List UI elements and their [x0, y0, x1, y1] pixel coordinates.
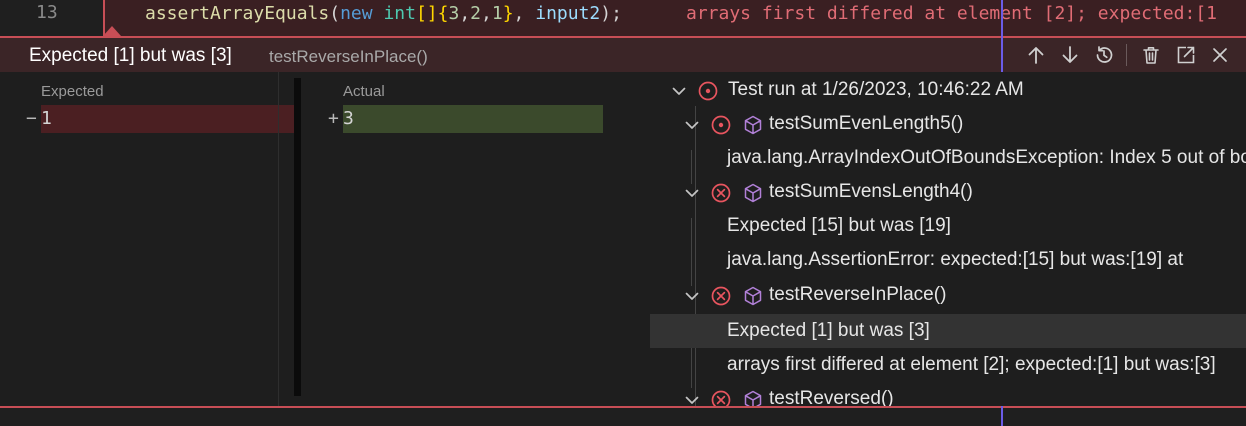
diff-actual-pane[interactable]: Actual + 3 — [301, 72, 650, 406]
test-message[interactable]: java.lang.AssertionError: expected:[15] … — [650, 243, 1246, 277]
error-status-icon — [711, 115, 731, 135]
history-button[interactable] — [1091, 42, 1117, 68]
open-in-editor-button[interactable] — [1173, 42, 1199, 68]
code-brackets: [] — [415, 3, 438, 24]
peek-header: Expected [1] but was [3] testReverseInPl… — [0, 36, 1246, 72]
method-cube-icon — [744, 183, 762, 203]
test-message-text: Expected [1] but was [3] — [727, 320, 930, 341]
code-number: 3 — [448, 3, 460, 24]
chevron-down-icon[interactable] — [681, 114, 703, 136]
open-external-icon — [1177, 46, 1195, 64]
chevron-down-icon[interactable] — [681, 285, 703, 307]
arrow-up-icon — [1028, 47, 1044, 64]
code-comma: , — [459, 3, 471, 24]
test-message-selected[interactable]: Expected [1] but was [3] — [650, 314, 1246, 348]
added-marker: + — [328, 108, 339, 129]
line-number: 13 — [36, 2, 58, 23]
code-comma: , — [481, 3, 492, 24]
test-message[interactable]: arrays first differed at element [2]; ex… — [650, 348, 1246, 382]
next-button[interactable] — [1057, 42, 1083, 68]
code-keyword-new: new — [340, 3, 384, 24]
test-name: testReverseInPlace() — [769, 284, 947, 305]
test-results-tree[interactable]: Test run at 1/26/2023, 10:46:22 AM testS… — [650, 72, 1246, 406]
close-icon — [1213, 48, 1227, 62]
previous-button[interactable] — [1023, 42, 1049, 68]
column-ruler — [1001, 406, 1003, 426]
inline-error-message: arrays first differed at element [2]; ex… — [686, 3, 1218, 24]
method-cube-icon — [744, 115, 762, 135]
code-separator: , — [513, 3, 536, 24]
test-name: testReversed() — [769, 388, 894, 406]
test-message[interactable]: Expected [15] but was [19] — [650, 209, 1246, 243]
expected-removed-line — [41, 105, 298, 133]
code-line[interactable]: assertArrayEquals(new int[]{3,2,1}, inpu… — [145, 3, 622, 24]
editor-below — [0, 408, 1246, 426]
peek-body: Expected − 1 Actual + 3 Test run at 1/26… — [0, 72, 1246, 406]
clear-button[interactable] — [1138, 42, 1164, 68]
editor-line[interactable]: 13 assertArrayEquals(new int[]{3,2,1}, i… — [0, 0, 1246, 36]
code-brace-close: } — [502, 3, 514, 24]
code-number: 2 — [470, 3, 482, 24]
expected-label: Expected — [41, 83, 104, 100]
chevron-down-icon[interactable] — [668, 80, 690, 102]
code-number: 1 — [491, 3, 503, 24]
test-message-text: java.lang.ArrayIndexOutOfBoundsException… — [727, 147, 1246, 168]
removed-marker: − — [26, 108, 37, 129]
failed-status-icon — [711, 390, 731, 406]
chevron-down-icon[interactable] — [681, 182, 703, 204]
failed-status-icon — [711, 286, 731, 306]
code-brace-open: { — [437, 3, 449, 24]
actual-label: Actual — [343, 83, 385, 100]
method-cube-icon — [744, 390, 762, 406]
column-ruler — [1001, 36, 1003, 72]
pane-divider — [278, 72, 279, 406]
peek-pointer-arrow — [103, 26, 121, 36]
trash-icon — [1143, 47, 1159, 64]
test-name: testSumEvensLength4() — [769, 181, 973, 202]
method-cube-icon — [744, 286, 762, 306]
code-open-paren: ( — [329, 3, 341, 24]
diff-expected-pane[interactable]: Expected − 1 — [0, 72, 298, 406]
test-item[interactable]: testSumEvenLength5() — [650, 107, 1246, 141]
close-button[interactable] — [1207, 42, 1233, 68]
code-argument: input2 — [535, 3, 601, 24]
toolbar-separator — [1126, 44, 1127, 66]
code-type: int — [383, 3, 416, 24]
test-run-label: Test run at 1/26/2023, 10:46:22 AM — [728, 79, 1024, 100]
test-item[interactable]: testSumEvensLength4() — [650, 175, 1246, 209]
chevron-down-icon[interactable] — [681, 389, 703, 406]
peek-subtitle[interactable]: testReverseInPlace() — [269, 47, 428, 67]
test-message-text: arrays first differed at element [2]; ex… — [727, 354, 1216, 375]
arrow-down-icon — [1062, 46, 1078, 63]
test-item[interactable]: testReversed() — [650, 382, 1246, 406]
test-message[interactable]: java.lang.ArrayIndexOutOfBoundsException… — [650, 141, 1246, 175]
actual-value: 3 — [343, 108, 354, 129]
test-item[interactable]: testReverseInPlace() — [650, 278, 1246, 312]
history-icon — [1096, 46, 1113, 63]
column-ruler — [1001, 0, 1003, 36]
test-run-item[interactable]: Test run at 1/26/2023, 10:46:22 AM — [650, 73, 1246, 107]
code-func: assertArrayEquals — [145, 3, 330, 24]
actual-added-line — [343, 105, 603, 133]
test-name: testSumEvenLength5() — [769, 113, 964, 134]
diff-sash[interactable] — [294, 78, 301, 396]
error-status-icon — [698, 81, 718, 101]
code-close: ); — [600, 3, 622, 24]
test-message-text: Expected [15] but was [19] — [727, 215, 951, 236]
peek-title: Expected [1] but was [3] — [29, 45, 232, 66]
expected-value: 1 — [41, 108, 52, 129]
failed-status-icon — [711, 183, 731, 203]
test-message-text: java.lang.AssertionError: expected:[15] … — [727, 249, 1184, 270]
